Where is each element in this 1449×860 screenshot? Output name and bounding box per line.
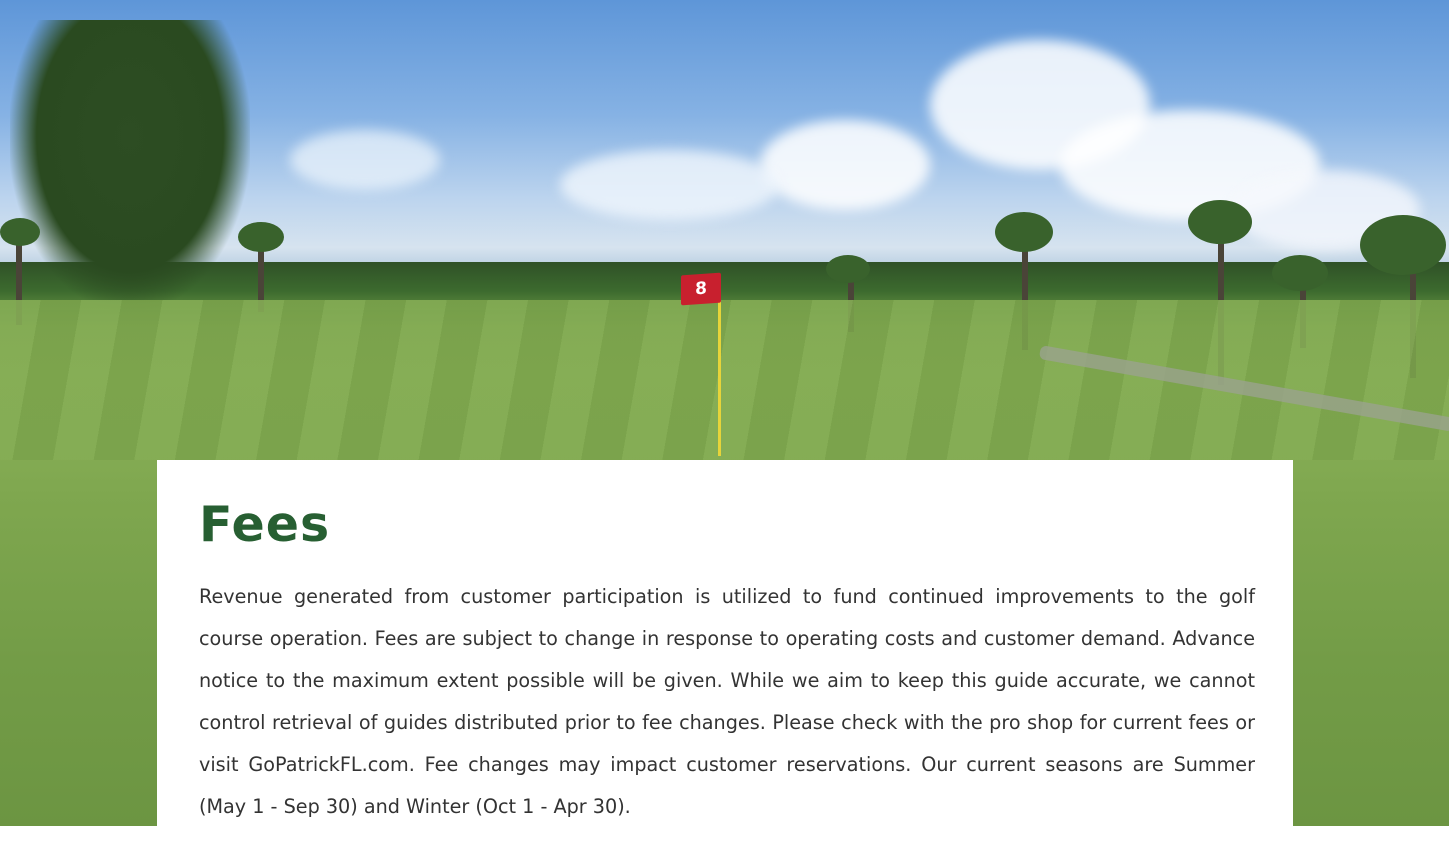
palm-tree [238, 222, 284, 252]
hole-flag: 8 [681, 272, 721, 306]
flagpole [718, 284, 721, 456]
cloud [760, 120, 930, 210]
palm-tree [1188, 200, 1252, 244]
palm-tree [1360, 215, 1446, 275]
cloud [560, 150, 780, 220]
palm-tree [995, 212, 1053, 252]
palm-tree [0, 218, 40, 246]
large-tree [10, 20, 250, 310]
fees-content-card: Fees Revenue generated from customer par… [157, 460, 1293, 860]
palm-tree [826, 255, 870, 283]
palm-tree [1272, 255, 1328, 291]
section-body-text: Revenue generated from customer particip… [199, 585, 1255, 818]
section-title: Fees [199, 496, 331, 553]
cloud [290, 130, 440, 190]
